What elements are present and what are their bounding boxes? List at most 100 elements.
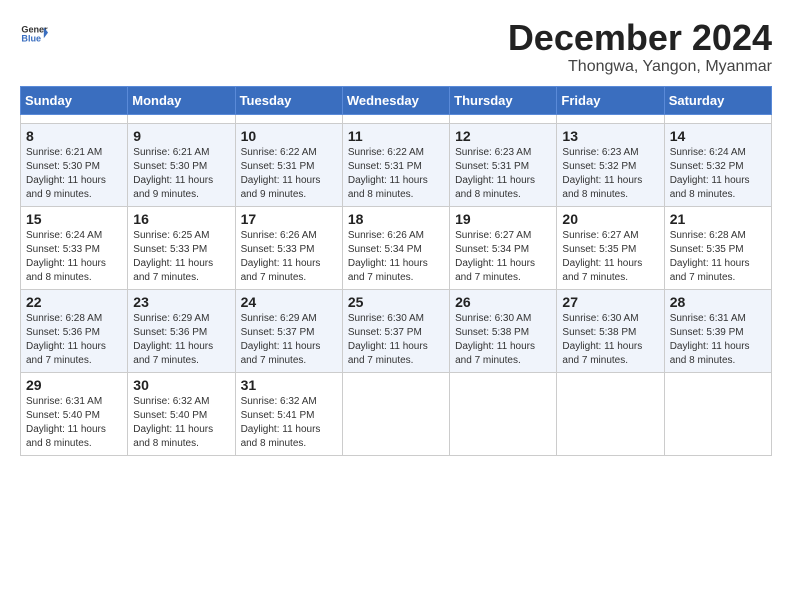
empty-cell — [128, 115, 235, 124]
location-title: Thongwa, Yangon, Myanmar — [508, 58, 772, 76]
day-cell-13: 13 Sunrise: 6:23 AMSunset: 5:32 PMDayligh… — [557, 124, 664, 207]
day-info: Sunrise: 6:30 AMSunset: 5:38 PMDaylight:… — [455, 312, 551, 368]
week-row-4: 22 Sunrise: 6:28 AMSunset: 5:36 PMDayligh… — [21, 290, 772, 373]
day-info: Sunrise: 6:22 AMSunset: 5:31 PMDaylight:… — [348, 146, 444, 202]
day-cell-18: 18 Sunrise: 6:26 AMSunset: 5:34 PMDayligh… — [342, 207, 449, 290]
day-info: Sunrise: 6:28 AMSunset: 5:35 PMDaylight:… — [670, 229, 766, 285]
empty-cell — [235, 115, 342, 124]
weekday-header-thursday: Thursday — [450, 87, 557, 115]
svg-text:Blue: Blue — [21, 34, 41, 44]
weekday-header-saturday: Saturday — [664, 87, 771, 115]
day-cell-23: 23 Sunrise: 6:29 AMSunset: 5:36 PMDayligh… — [128, 290, 235, 373]
day-cell-22: 22 Sunrise: 6:28 AMSunset: 5:36 PMDayligh… — [21, 290, 128, 373]
day-number: 14 — [670, 128, 766, 144]
weekday-header-wednesday: Wednesday — [342, 87, 449, 115]
weekday-header-friday: Friday — [557, 87, 664, 115]
day-cell-30: 30 Sunrise: 6:32 AMSunset: 5:40 PMDayligh… — [128, 373, 235, 456]
day-cell-28: 28 Sunrise: 6:31 AMSunset: 5:39 PMDayligh… — [664, 290, 771, 373]
weekday-header-row: SundayMondayTuesdayWednesdayThursdayFrid… — [21, 87, 772, 115]
day-cell-29: 29 Sunrise: 6:31 AMSunset: 5:40 PMDayligh… — [21, 373, 128, 456]
day-cell-26: 26 Sunrise: 6:30 AMSunset: 5:38 PMDayligh… — [450, 290, 557, 373]
day-number: 27 — [562, 294, 658, 310]
day-info: Sunrise: 6:23 AMSunset: 5:31 PMDaylight:… — [455, 146, 551, 202]
weekday-header-monday: Monday — [128, 87, 235, 115]
empty-cell — [450, 373, 557, 456]
day-info: Sunrise: 6:29 AMSunset: 5:36 PMDaylight:… — [133, 312, 229, 368]
day-info: Sunrise: 6:26 AMSunset: 5:34 PMDaylight:… — [348, 229, 444, 285]
week-row-3: 15 Sunrise: 6:24 AMSunset: 5:33 PMDayligh… — [21, 207, 772, 290]
day-info: Sunrise: 6:22 AMSunset: 5:31 PMDaylight:… — [241, 146, 337, 202]
day-info: Sunrise: 6:30 AMSunset: 5:37 PMDaylight:… — [348, 312, 444, 368]
week-row-5: 29 Sunrise: 6:31 AMSunset: 5:40 PMDayligh… — [21, 373, 772, 456]
day-cell-14: 14 Sunrise: 6:24 AMSunset: 5:32 PMDayligh… — [664, 124, 771, 207]
day-number: 25 — [348, 294, 444, 310]
logo-icon: General Blue — [20, 20, 48, 48]
calendar-table: SundayMondayTuesdayWednesdayThursdayFrid… — [20, 86, 772, 456]
weekday-header-sunday: Sunday — [21, 87, 128, 115]
week-row-1 — [21, 115, 772, 124]
day-info: Sunrise: 6:28 AMSunset: 5:36 PMDaylight:… — [26, 312, 122, 368]
day-info: Sunrise: 6:32 AMSunset: 5:40 PMDaylight:… — [133, 395, 229, 451]
day-number: 26 — [455, 294, 551, 310]
empty-cell — [664, 115, 771, 124]
week-row-2: 8 Sunrise: 6:21 AMSunset: 5:30 PMDaylight… — [21, 124, 772, 207]
day-cell-31: 31 Sunrise: 6:32 AMSunset: 5:41 PMDayligh… — [235, 373, 342, 456]
empty-cell — [557, 115, 664, 124]
day-number: 12 — [455, 128, 551, 144]
day-info: Sunrise: 6:25 AMSunset: 5:33 PMDaylight:… — [133, 229, 229, 285]
day-cell-17: 17 Sunrise: 6:26 AMSunset: 5:33 PMDayligh… — [235, 207, 342, 290]
weekday-header-tuesday: Tuesday — [235, 87, 342, 115]
day-number: 21 — [670, 211, 766, 227]
day-number: 15 — [26, 211, 122, 227]
day-number: 18 — [348, 211, 444, 227]
day-cell-19: 19Sunrise: 6:27 AMSunset: 5:34 PMDayligh… — [450, 207, 557, 290]
day-number: 19 — [455, 211, 551, 227]
header: General Blue December 2024 Thongwa, Yang… — [20, 20, 772, 76]
day-cell-20: 20 Sunrise: 6:27 AMSunset: 5:35 PMDayligh… — [557, 207, 664, 290]
empty-cell — [450, 115, 557, 124]
empty-cell — [21, 115, 128, 124]
day-number: 24 — [241, 294, 337, 310]
day-number: 13 — [562, 128, 658, 144]
day-number: 8 — [26, 128, 122, 144]
day-info: Sunrise: 6:27 AMSunset: 5:35 PMDaylight:… — [562, 229, 658, 285]
day-number: 20 — [562, 211, 658, 227]
day-number: 11 — [348, 128, 444, 144]
empty-cell — [342, 373, 449, 456]
day-info: Sunrise: 6:23 AMSunset: 5:32 PMDaylight:… — [562, 146, 658, 202]
day-info: Sunrise: 6:31 AMSunset: 5:40 PMDaylight:… — [26, 395, 122, 451]
day-number: 17 — [241, 211, 337, 227]
empty-cell — [557, 373, 664, 456]
day-number: 10 — [241, 128, 337, 144]
day-cell-15: 15 Sunrise: 6:24 AMSunset: 5:33 PMDayligh… — [21, 207, 128, 290]
day-info: Sunrise: 6:21 AMSunset: 5:30 PMDaylight:… — [26, 146, 122, 202]
day-number: 22 — [26, 294, 122, 310]
day-cell-9: 9 Sunrise: 6:21 AMSunset: 5:30 PMDaylight… — [128, 124, 235, 207]
day-number: 16 — [133, 211, 229, 227]
day-number: 30 — [133, 377, 229, 393]
day-info: Sunrise: 6:32 AMSunset: 5:41 PMDaylight:… — [241, 395, 337, 451]
day-cell-12: 12 Sunrise: 6:23 AMSunset: 5:31 PMDayligh… — [450, 124, 557, 207]
day-cell-16: 16 Sunrise: 6:25 AMSunset: 5:33 PMDayligh… — [128, 207, 235, 290]
day-info: Sunrise: 6:30 AMSunset: 5:38 PMDaylight:… — [562, 312, 658, 368]
day-cell-10: 10 Sunrise: 6:22 AMSunset: 5:31 PMDayligh… — [235, 124, 342, 207]
day-info: Sunrise: 6:29 AMSunset: 5:37 PMDaylight:… — [241, 312, 337, 368]
day-info: Sunrise: 6:24 AMSunset: 5:32 PMDaylight:… — [670, 146, 766, 202]
day-info: Sunrise: 6:24 AMSunset: 5:33 PMDaylight:… — [26, 229, 122, 285]
month-title: December 2024 — [508, 20, 772, 56]
day-cell-27: 27 Sunrise: 6:30 AMSunset: 5:38 PMDayligh… — [557, 290, 664, 373]
day-cell-24: 24 Sunrise: 6:29 AMSunset: 5:37 PMDayligh… — [235, 290, 342, 373]
title-area: December 2024 Thongwa, Yangon, Myanmar — [508, 20, 772, 76]
day-cell-11: 11 Sunrise: 6:22 AMSunset: 5:31 PMDayligh… — [342, 124, 449, 207]
day-info: Sunrise: 6:21 AMSunset: 5:30 PMDaylight:… — [133, 146, 229, 202]
empty-cell — [342, 115, 449, 124]
day-cell-8: 8 Sunrise: 6:21 AMSunset: 5:30 PMDaylight… — [21, 124, 128, 207]
empty-cell — [664, 373, 771, 456]
day-number: 23 — [133, 294, 229, 310]
day-number: 9 — [133, 128, 229, 144]
day-info: Sunrise: 6:26 AMSunset: 5:33 PMDaylight:… — [241, 229, 337, 285]
day-info: Sunrise: 6:31 AMSunset: 5:39 PMDaylight:… — [670, 312, 766, 368]
day-number: 28 — [670, 294, 766, 310]
day-number: 31 — [241, 377, 337, 393]
day-number: 29 — [26, 377, 122, 393]
